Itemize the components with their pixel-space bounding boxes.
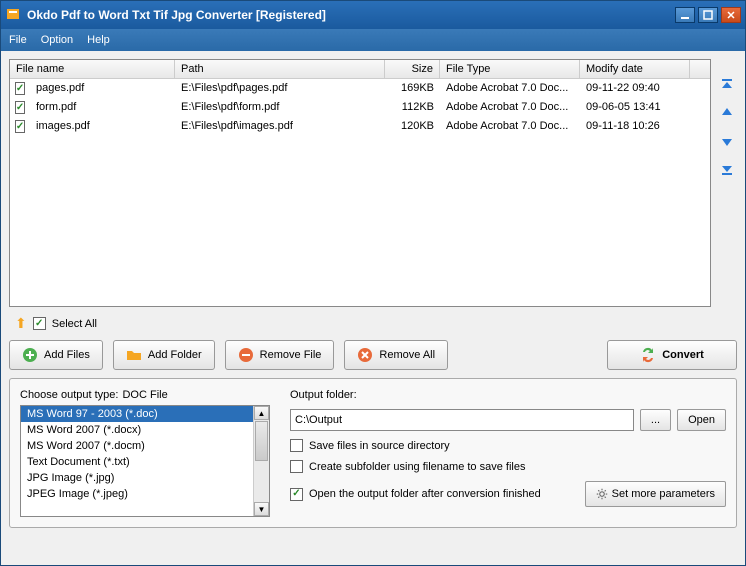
save-source-label: Save files in source directory <box>309 440 450 452</box>
close-button[interactable] <box>721 7 741 23</box>
cell-date: 09-06-05 13:41 <box>580 99 690 116</box>
output-folder-panel: Output folder: ... Open Save files in so… <box>290 389 726 517</box>
cell-path: E:\Files\pdf\pages.pdf <box>175 80 385 97</box>
file-list-header: File name Path Size File Type Modify dat… <box>10 60 710 79</box>
table-row[interactable]: form.pdfE:\Files\pdf\form.pdf112KBAdobe … <box>10 98 710 117</box>
select-all-checkbox[interactable] <box>33 317 46 330</box>
cell-type: Adobe Acrobat 7.0 Doc... <box>440 80 580 97</box>
table-row[interactable]: images.pdfE:\Files\pdf\images.pdf120KBAd… <box>10 117 710 136</box>
col-header-type[interactable]: File Type <box>440 60 580 78</box>
file-list[interactable]: File name Path Size File Type Modify dat… <box>9 59 711 307</box>
window-title: Okdo Pdf to Word Txt Tif Jpg Converter [… <box>27 8 672 22</box>
table-row[interactable]: pages.pdfE:\Files\pdf\pages.pdf169KBAdob… <box>10 79 710 98</box>
cell-type: Adobe Acrobat 7.0 Doc... <box>440 99 580 116</box>
list-item[interactable]: JPEG Image (*.jpeg) <box>21 486 253 502</box>
subfolder-checkbox[interactable] <box>290 460 303 473</box>
save-source-checkbox[interactable] <box>290 439 303 452</box>
open-after-label: Open the output folder after conversion … <box>309 488 541 500</box>
maximize-button[interactable] <box>698 7 718 23</box>
convert-button[interactable]: Convert <box>607 340 737 370</box>
scroll-up-button[interactable]: ▲ <box>254 406 269 420</box>
col-header-name[interactable]: File name <box>10 60 175 78</box>
move-up-button[interactable] <box>719 105 735 121</box>
menu-option[interactable]: Option <box>41 34 73 46</box>
convert-icon <box>640 347 656 363</box>
minimize-button[interactable] <box>675 7 695 23</box>
col-header-date[interactable]: Modify date <box>580 60 690 78</box>
cell-name: images.pdf <box>30 118 175 135</box>
output-folder-label: Output folder: <box>290 389 726 401</box>
menubar: File Option Help <box>1 29 745 51</box>
cell-size: 120KB <box>385 118 440 135</box>
content-area: File name Path Size File Type Modify dat… <box>1 51 745 565</box>
folder-icon <box>126 347 142 363</box>
cell-date: 09-11-22 09:40 <box>580 80 690 97</box>
subfolder-label: Create subfolder using filename to save … <box>309 461 525 473</box>
arrow-up-icon: ⬆ <box>15 315 27 332</box>
scroll-thumb[interactable] <box>255 421 268 461</box>
open-folder-button[interactable]: Open <box>677 409 726 431</box>
output-folder-input[interactable] <box>290 409 634 431</box>
cell-name: pages.pdf <box>30 80 175 97</box>
cell-path: E:\Files\pdf\images.pdf <box>175 118 385 135</box>
add-files-button[interactable]: Add Files <box>9 340 103 370</box>
cell-size: 169KB <box>385 80 440 97</box>
set-more-parameters-button[interactable]: Set more parameters <box>585 481 726 507</box>
app-icon <box>5 7 21 23</box>
row-checkbox[interactable] <box>15 120 25 133</box>
select-all-row: ⬆ Select All <box>9 315 737 332</box>
list-item[interactable]: Text Document (*.txt) <box>21 454 253 470</box>
browse-button[interactable]: ... <box>640 409 671 431</box>
output-type-panel: Choose output type: DOC File MS Word 97 … <box>20 389 270 517</box>
cell-type: Adobe Acrobat 7.0 Doc... <box>440 118 580 135</box>
cell-name: form.pdf <box>30 99 175 116</box>
move-top-button[interactable] <box>719 77 735 93</box>
bottom-panel: Choose output type: DOC File MS Word 97 … <box>9 378 737 528</box>
list-item[interactable]: MS Word 97 - 2003 (*.doc) <box>21 406 253 422</box>
plus-icon <box>22 347 38 363</box>
app-window: Okdo Pdf to Word Txt Tif Jpg Converter [… <box>0 0 746 566</box>
output-type-current: DOC File <box>122 389 167 401</box>
remove-file-button[interactable]: Remove File <box>225 340 335 370</box>
toolbar: Add Files Add Folder Remove File Remove … <box>9 340 737 370</box>
output-type-listbox[interactable]: MS Word 97 - 2003 (*.doc)MS Word 2007 (*… <box>20 405 270 517</box>
col-header-size[interactable]: Size <box>385 60 440 78</box>
remove-all-button[interactable]: Remove All <box>344 340 448 370</box>
menu-file[interactable]: File <box>9 34 27 46</box>
list-item[interactable]: MS Word 2007 (*.docx) <box>21 422 253 438</box>
gear-icon <box>596 488 608 500</box>
open-after-checkbox[interactable] <box>290 488 303 501</box>
output-type-label: Choose output type: <box>20 389 118 401</box>
list-item[interactable]: MS Word 2007 (*.docm) <box>21 438 253 454</box>
scroll-down-button[interactable]: ▼ <box>254 502 269 516</box>
select-all-label: Select All <box>52 318 97 330</box>
menu-help[interactable]: Help <box>87 34 110 46</box>
titlebar: Okdo Pdf to Word Txt Tif Jpg Converter [… <box>1 1 745 29</box>
cell-size: 112KB <box>385 99 440 116</box>
list-item[interactable]: JPG Image (*.jpg) <box>21 470 253 486</box>
cell-date: 09-11-18 10:26 <box>580 118 690 135</box>
reorder-arrows <box>717 59 737 307</box>
move-bottom-button[interactable] <box>719 161 735 177</box>
cell-path: E:\Files\pdf\form.pdf <box>175 99 385 116</box>
minus-icon <box>238 347 254 363</box>
x-icon <box>357 347 373 363</box>
move-down-button[interactable] <box>719 133 735 149</box>
row-checkbox[interactable] <box>15 82 25 95</box>
row-checkbox[interactable] <box>15 101 25 114</box>
col-header-path[interactable]: Path <box>175 60 385 78</box>
add-folder-button[interactable]: Add Folder <box>113 340 215 370</box>
listbox-scrollbar[interactable]: ▲ ▼ <box>253 406 269 516</box>
